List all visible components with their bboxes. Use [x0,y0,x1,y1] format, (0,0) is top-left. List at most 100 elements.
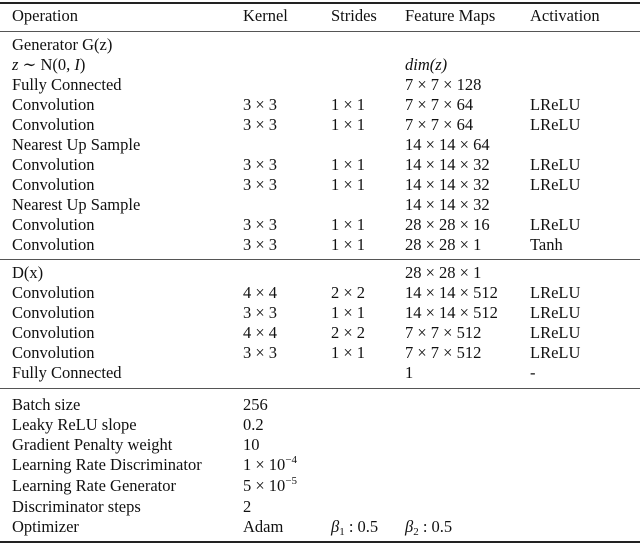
strides-cell: 1 × 1 [331,303,366,322]
fmaps-cell: 7 × 7 × 512 [405,343,482,362]
op-cell: D(x) [12,263,44,282]
fmaps-cell: 7 × 7 × 64 [405,95,474,114]
activation-cell: LReLU [530,115,581,134]
param-value: 1 × 10−4 [243,455,297,475]
param-name: Learning Rate Generator [12,476,177,495]
header-kernel: Kernel [243,6,288,25]
fmaps-cell: 14 × 14 × 512 [405,283,498,302]
table-row: Gradient Penalty weight 10 [0,435,640,455]
table-row: Nearest Up Sample 14 × 14 × 32 [0,195,640,215]
activation-cell: LReLU [530,175,581,194]
table-row: Fully Connected 1 - [0,363,640,383]
param-value: 5 × 10−5 [243,476,297,496]
activation-cell: LReLU [530,343,581,362]
beta-value: : 0.5 [344,517,379,536]
op-cell: Convolution [12,155,95,174]
table-row: Learning Rate Discriminator 1 × 10−4 [0,455,640,475]
strides-cell: 1 × 1 [331,235,366,254]
op-cell: Convolution [12,323,95,342]
fmaps-cell: 7 × 7 × 128 [405,75,482,94]
header-feature-maps: Feature Maps [405,6,496,25]
table-row: Convolution 4 × 4 2 × 2 14 × 14 × 512 LR… [0,283,640,303]
table-row: D(x) 28 × 28 × 1 [0,263,640,283]
beta1-value: β1 : 0.5 [331,517,379,538]
op-cell: Convolution [12,303,95,322]
param-name: Gradient Penalty weight [12,435,173,454]
fmaps-cell: 14 × 14 × 512 [405,303,498,322]
kernel-cell: 3 × 3 [243,303,278,322]
strides-cell: 2 × 2 [331,323,366,342]
table-row: Fully Connected 7 × 7 × 128 [0,75,640,95]
fmaps-cell: 28 × 28 × 1 [405,263,482,282]
op-cell: Nearest Up Sample [12,135,141,154]
table-row: Convolution 3 × 3 1 × 1 14 × 14 × 32 LRe… [0,175,640,195]
param-name: Leaky ReLU slope [12,415,137,434]
table-row: Discriminator steps 2 [0,497,640,517]
op-cell: Fully Connected [12,363,122,382]
value-exponent: −4 [285,454,298,466]
strides-cell: 1 × 1 [331,115,366,134]
fmaps-cell: 14 × 14 × 64 [405,135,490,154]
fmaps-cell: 14 × 14 × 32 [405,195,490,214]
fmaps-cell: 14 × 14 × 32 [405,155,490,174]
table-row: z ∼ N(0, I) dim(z) [0,55,640,75]
bottom-rule [0,541,640,543]
table-row: Batch size 256 [0,395,640,415]
kernel-cell: 3 × 3 [243,235,278,254]
kernel-cell: 4 × 4 [243,283,278,302]
beta-value: : 0.5 [418,517,453,536]
param-value: 0.2 [243,415,264,434]
beta2-value: β2 : 0.5 [405,517,453,538]
param-name: Learning Rate Discriminator [12,455,202,474]
table-row: Convolution 3 × 3 1 × 1 28 × 28 × 16 LRe… [0,215,640,235]
fmaps-cell: 1 [405,363,414,382]
op-cell: Convolution [12,343,95,362]
param-value: 10 [243,435,260,454]
table-row: Convolution 3 × 3 1 × 1 7 × 7 × 64 LReLU [0,115,640,135]
op-cell: Convolution [12,115,95,134]
table-row: Convolution 3 × 3 1 × 1 28 × 28 × 1 Tanh [0,235,640,255]
table-row: Optimizer Adam β1 : 0.5 β2 : 0.5 [0,517,640,538]
fmaps-cell: 14 × 14 × 32 [405,175,490,194]
top-rule [0,2,640,4]
header-operation: Operation [12,6,78,25]
kernel-cell: 3 × 3 [243,175,278,194]
activation-cell: - [530,363,536,382]
table-row: Convolution 3 × 3 1 × 1 7 × 7 × 64 LReLU [0,95,640,115]
param-value: 2 [243,497,252,516]
beta-symbol: β [405,517,414,536]
op-cell: Nearest Up Sample [12,195,141,214]
table-row: Convolution 4 × 4 2 × 2 7 × 7 × 512 LReL… [0,323,640,343]
header-rule [0,31,640,32]
op-cell: Convolution [12,235,95,254]
param-name: Optimizer [12,517,79,536]
op-cell: Convolution [12,283,95,302]
op-cell: Convolution [12,215,95,234]
fmaps-cell: 28 × 28 × 1 [405,235,482,254]
strides-cell: 1 × 1 [331,343,366,362]
header-strides: Strides [331,6,377,25]
kernel-cell: 3 × 3 [243,215,278,234]
activation-cell: Tanh [530,235,563,254]
kernel-cell: 3 × 3 [243,115,278,134]
fmaps-cell: 7 × 7 × 512 [405,323,482,342]
strides-cell: 1 × 1 [331,215,366,234]
header-activation: Activation [530,6,600,25]
op-cell: Convolution [12,175,95,194]
beta-symbol: β [331,517,340,536]
kernel-cell: 3 × 3 [243,155,278,174]
activation-cell: LReLU [530,155,581,174]
param-value: Adam [243,517,284,536]
table-row: Leaky ReLU slope 0.2 [0,415,640,435]
activation-cell: LReLU [530,215,581,234]
table-row: Convolution 3 × 3 1 × 1 14 × 14 × 512 LR… [0,303,640,323]
table-row: Nearest Up Sample 14 × 14 × 64 [0,135,640,155]
value-base: 1 × 10 [243,455,286,474]
table-row: Convolution 3 × 3 1 × 1 7 × 7 × 512 LReL… [0,343,640,363]
fmaps-cell: 28 × 28 × 16 [405,215,490,234]
param-name: Batch size [12,395,81,414]
activation-cell: LReLU [530,283,581,302]
fmaps-cell: 7 × 7 × 64 [405,115,474,134]
kernel-cell: 3 × 3 [243,343,278,362]
op-cell: Fully Connected [12,75,122,94]
